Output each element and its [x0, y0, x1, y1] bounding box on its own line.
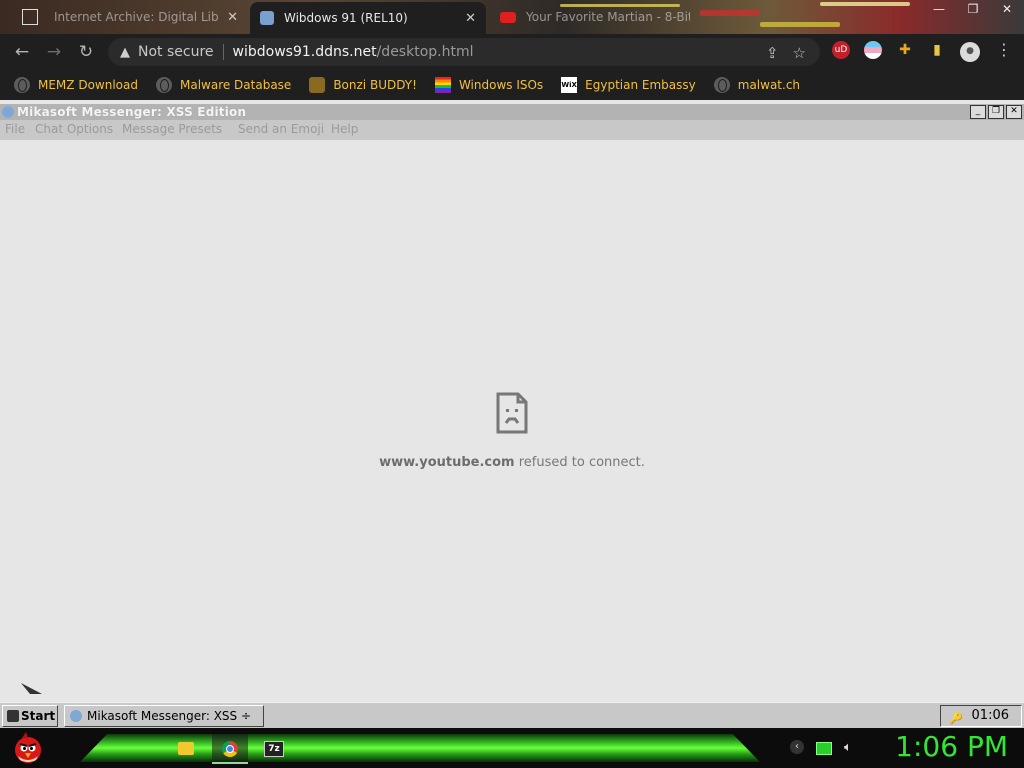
messenger-title: Mikasoft Messenger: XSS Edition — [17, 105, 247, 119]
sidepanel-icon[interactable]: ▮ — [928, 41, 946, 59]
volume-icon[interactable]: 🔈︎ — [844, 740, 852, 755]
key-icon: 🔑 — [949, 712, 963, 725]
system-tray: ‹ 🔈︎ — [790, 740, 852, 755]
chrome-taskbar-button[interactable] — [212, 734, 248, 764]
taskbar-item-label: Mikasoft Messenger: XSS ÷ — [87, 709, 252, 723]
start-logo-icon — [7, 710, 19, 722]
messenger-menu-bar: File Chat Options Message Presets Send a… — [0, 120, 1024, 140]
sad-page-icon — [496, 392, 528, 434]
bookmark-label: Malware Database — [179, 78, 292, 92]
rainbow-flag-icon — [434, 77, 451, 93]
chevron-icon[interactable]: ‹ — [790, 740, 804, 754]
messenger-icon — [70, 710, 82, 722]
monitor-icon[interactable] — [816, 742, 832, 755]
wibdows-clock: 01:06 — [971, 708, 1009, 723]
error-host: www.youtube.com — [379, 455, 515, 470]
tab-strip: Internet Archive: Digital Library ✕ Wibd… — [0, 0, 1024, 34]
menu-send-emoji[interactable]: Send an Emoji — [238, 122, 324, 136]
url-path[interactable]: /desktop.html — [377, 44, 474, 60]
messenger-minimize-button[interactable]: _ — [970, 105, 986, 119]
bookmark-label: malwat.ch — [737, 78, 801, 92]
system-clock[interactable]: 1:06 PM — [895, 730, 1008, 763]
globe-icon — [155, 77, 172, 93]
menu-message-presets[interactable]: Message Presets — [122, 122, 222, 136]
angry-bird-start-icon[interactable] — [10, 730, 46, 766]
start-button[interactable]: Start — [2, 705, 58, 727]
bookmark-malware-database[interactable]: Malware Database — [155, 77, 292, 93]
profile-icon[interactable]: ● — [960, 42, 980, 62]
omnibox-actions: ⇪ ☆ — [766, 44, 806, 62]
minimize-button[interactable]: — — [922, 0, 956, 20]
ublock-icon[interactable]: uD — [832, 41, 850, 59]
7zip-icon: 7z — [264, 740, 284, 757]
warning-icon[interactable]: ▲ — [120, 45, 130, 60]
bookmark-bonzi[interactable]: Bonzi BUDDY! — [309, 77, 417, 93]
wallpaper-speck — [700, 10, 760, 16]
wallpaper-speck — [760, 22, 840, 27]
forward-button[interactable]: → — [38, 42, 70, 62]
start-label: Start — [21, 709, 56, 723]
url-host[interactable]: wibdows91.ddns.net — [233, 44, 377, 60]
globe-icon — [713, 77, 730, 93]
wallpaper-speck — [820, 2, 910, 6]
globe-icon — [14, 77, 30, 93]
bookmark-label: MEMZ Download — [38, 78, 138, 92]
close-window-button[interactable]: ✕ — [990, 0, 1024, 20]
messenger-window-buttons: _ ❐ ✕ — [970, 105, 1022, 119]
messenger-icon — [2, 106, 14, 118]
share-icon[interactable]: ⇪ — [766, 44, 779, 62]
menu-icon[interactable]: ⋮ — [996, 40, 1012, 59]
wibdows-taskbar: Start Mikasoft Messenger: XSS ÷ 🔑 01:06 — [0, 702, 1024, 729]
messenger-close-button[interactable]: ✕ — [1006, 105, 1022, 119]
page-content: Mikasoft Messenger: XSS Edition _ ❐ ✕ Fi… — [0, 100, 1024, 729]
tab-internet-archive[interactable]: Internet Archive: Digital Library ✕ — [12, 2, 248, 32]
messenger-title-bar[interactable]: Mikasoft Messenger: XSS Edition _ ❐ ✕ — [0, 104, 1024, 120]
menu-help[interactable]: Help — [331, 122, 358, 136]
bonzi-icon — [309, 77, 326, 93]
folder-icon — [178, 742, 194, 755]
taskbar-item-messenger[interactable]: Mikasoft Messenger: XSS ÷ — [64, 705, 264, 727]
divider — [222, 44, 224, 60]
eye-cursor-icon — [21, 683, 42, 694]
puzzle-icon[interactable]: ✚ — [896, 41, 914, 59]
menu-chat-options[interactable]: Chat Options — [35, 122, 113, 136]
bookmark-label: Egyptian Embassy — [585, 78, 696, 92]
wibdows-tray: 🔑 01:06 — [940, 705, 1022, 727]
security-label[interactable]: Not secure — [138, 44, 214, 60]
close-icon[interactable]: ✕ — [465, 11, 476, 26]
tab-youtube[interactable]: Your Favorite Martian - 8-Bit W — [490, 2, 700, 32]
bookmarks-bar: MEMZ Download Malware Database Bonzi BUD… — [0, 70, 1024, 100]
restore-button[interactable]: ❐ — [956, 0, 990, 20]
bookmark-label: Windows ISOs — [458, 78, 544, 92]
bookmark-windows-isos[interactable]: Windows ISOs — [434, 77, 544, 93]
error-text: refused to connect. — [518, 455, 645, 470]
chrome-icon — [222, 740, 238, 757]
wibdows-icon — [260, 11, 274, 25]
address-bar[interactable]: ▲ Not secure wibdows91.ddns.net /desktop… — [108, 38, 820, 66]
error-message: www.youtube.com refused to connect. — [0, 455, 1024, 470]
youtube-icon — [500, 11, 516, 23]
messenger-maximize-button[interactable]: ❐ — [988, 105, 1004, 119]
menu-file[interactable]: File — [5, 122, 25, 136]
back-button[interactable]: ← — [6, 42, 38, 62]
star-icon[interactable]: ☆ — [793, 44, 806, 62]
tab-wibdows[interactable]: Wibdows 91 (REL10) ✕ — [250, 2, 486, 34]
connection-error: www.youtube.com refused to connect. — [0, 392, 1024, 470]
tab-title: Wibdows 91 (REL10) — [284, 11, 408, 25]
close-icon[interactable]: ✕ — [227, 10, 238, 25]
bookmark-label: Bonzi BUDDY! — [333, 78, 417, 92]
file-explorer-button[interactable] — [168, 734, 204, 762]
7zip-taskbar-button[interactable]: 7z — [256, 734, 292, 762]
bookmark-memz[interactable]: MEMZ Download — [14, 77, 138, 93]
wix-icon: WiX — [561, 77, 578, 93]
archive-icon — [22, 9, 38, 25]
bookmark-malwatch[interactable]: malwat.ch — [713, 77, 801, 93]
window-controls: — ❐ ✕ — [922, 0, 1024, 20]
flag-extension-icon[interactable] — [864, 41, 882, 59]
tab-title: Internet Archive: Digital Library — [54, 10, 219, 24]
tab-title: Your Favorite Martian - 8-Bit W — [526, 10, 690, 24]
bookmark-egyptian-embassy[interactable]: WiX Egyptian Embassy — [561, 77, 696, 93]
windows-taskbar: 7z ‹ 🔈︎ 1:06 PM — [0, 728, 1024, 768]
reload-button[interactable]: ↻ — [70, 42, 102, 62]
